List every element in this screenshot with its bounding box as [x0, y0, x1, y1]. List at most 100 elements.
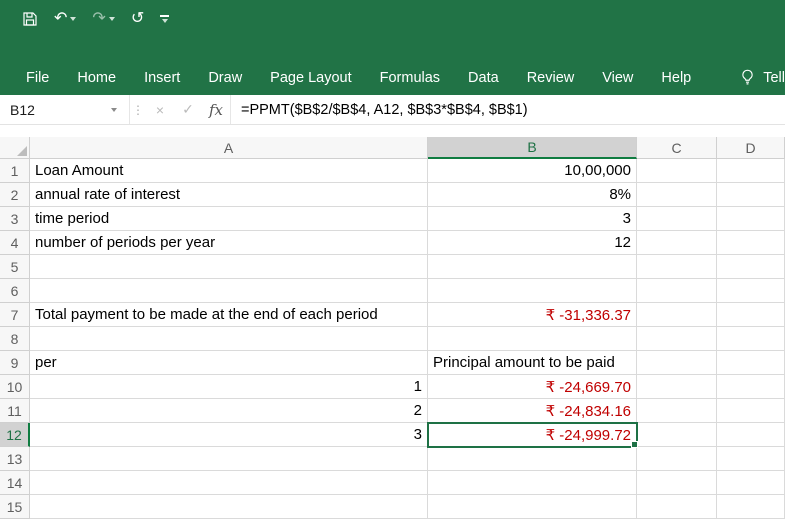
cell-B14[interactable]	[428, 471, 637, 495]
cell-A11[interactable]: 2	[30, 399, 428, 423]
row-header-11[interactable]: 11	[0, 399, 30, 423]
row-header-1[interactable]: 1	[0, 159, 30, 183]
cell-D8[interactable]	[717, 327, 785, 351]
redo-button[interactable]: ↷	[92, 11, 114, 27]
cell-C13[interactable]	[637, 447, 717, 471]
cell-C2[interactable]	[637, 183, 717, 207]
undo-dropdown-icon[interactable]	[70, 17, 76, 21]
ribbon-tab-draw[interactable]: Draw	[194, 70, 256, 86]
cell-D6[interactable]	[717, 279, 785, 303]
cell-B8[interactable]	[428, 327, 637, 351]
cell-D5[interactable]	[717, 255, 785, 279]
cell-B9[interactable]: Principal amount to be paid	[428, 351, 637, 375]
cell-C8[interactable]	[637, 327, 717, 351]
row-header-6[interactable]: 6	[0, 279, 30, 303]
cell-B1[interactable]: 10,00,000	[428, 159, 637, 183]
cell-D4[interactable]	[717, 231, 785, 255]
row-header-14[interactable]: 14	[0, 471, 30, 495]
cell-B5[interactable]	[428, 255, 637, 279]
cell-C3[interactable]	[637, 207, 717, 231]
cell-A13[interactable]	[30, 447, 428, 471]
select-all-corner[interactable]	[0, 137, 30, 159]
cell-A10[interactable]: 1	[30, 375, 428, 399]
ribbon-tab-home[interactable]: Home	[63, 70, 130, 86]
formula-bar-drag-handle-icon[interactable]: ⋮	[130, 103, 146, 117]
row-header-4[interactable]: 4	[0, 231, 30, 255]
cell-A4[interactable]: number of periods per year	[30, 231, 428, 255]
cell-A8[interactable]	[30, 327, 428, 351]
cell-A6[interactable]	[30, 279, 428, 303]
ribbon-tab-view[interactable]: View	[588, 70, 647, 86]
cell-B2[interactable]: 8%	[428, 183, 637, 207]
cell-A7[interactable]: Total payment to be made at the end of e…	[30, 303, 428, 327]
cell-A1[interactable]: Loan Amount	[30, 159, 428, 183]
cell-C1[interactable]	[637, 159, 717, 183]
column-header-a[interactable]: A	[30, 137, 428, 159]
cell-C6[interactable]	[637, 279, 717, 303]
cell-D7[interactable]	[717, 303, 785, 327]
cell-B15[interactable]	[428, 495, 637, 519]
row-header-7[interactable]: 7	[0, 303, 30, 327]
cell-A2[interactable]: annual rate of interest	[30, 183, 428, 207]
cell-B10[interactable]: ₹ -24,669.70	[428, 375, 637, 399]
cell-A12[interactable]: 3	[30, 423, 428, 447]
cell-B7[interactable]: ₹ -31,336.37	[428, 303, 637, 327]
column-header-b[interactable]: B	[428, 137, 637, 159]
cell-D15[interactable]	[717, 495, 785, 519]
insert-function-button[interactable]: fx	[202, 101, 230, 119]
cell-B3[interactable]: 3	[428, 207, 637, 231]
cell-D11[interactable]	[717, 399, 785, 423]
cell-A9[interactable]: per	[30, 351, 428, 375]
ribbon-tab-file[interactable]: File	[12, 70, 63, 86]
name-box[interactable]: B12	[0, 95, 130, 124]
cell-B13[interactable]	[428, 447, 637, 471]
cell-D1[interactable]	[717, 159, 785, 183]
cell-C7[interactable]	[637, 303, 717, 327]
cell-C12[interactable]	[637, 423, 717, 447]
ribbon-tab-formulas[interactable]: Formulas	[366, 70, 454, 86]
formula-input[interactable]: =PPMT($B$2/$B$4, A12, $B$3*$B$4, $B$1)	[230, 95, 785, 124]
cell-C5[interactable]	[637, 255, 717, 279]
row-header-8[interactable]: 8	[0, 327, 30, 351]
name-box-dropdown-icon[interactable]	[111, 108, 117, 112]
redo-dropdown-icon[interactable]	[109, 17, 115, 21]
cell-D9[interactable]	[717, 351, 785, 375]
ribbon-tab-help[interactable]: Help	[647, 70, 705, 86]
cell-B12[interactable]: ₹ -24,999.72	[428, 423, 637, 447]
cell-B6[interactable]	[428, 279, 637, 303]
cell-D10[interactable]	[717, 375, 785, 399]
ribbon-tab-review[interactable]: Review	[513, 70, 589, 86]
ribbon-tab-page-layout[interactable]: Page Layout	[256, 70, 365, 86]
cell-A14[interactable]	[30, 471, 428, 495]
cell-C11[interactable]	[637, 399, 717, 423]
row-header-15[interactable]: 15	[0, 495, 30, 519]
ribbon-tab-data[interactable]: Data	[454, 70, 513, 86]
row-header-10[interactable]: 10	[0, 375, 30, 399]
undo-button[interactable]: ↶	[54, 11, 76, 27]
row-header-9[interactable]: 9	[0, 351, 30, 375]
cell-A15[interactable]	[30, 495, 428, 519]
column-header-c[interactable]: C	[637, 137, 717, 159]
customize-qat-button[interactable]	[160, 15, 169, 23]
cell-C10[interactable]	[637, 375, 717, 399]
cell-B4[interactable]: 12	[428, 231, 637, 255]
tell-me-button[interactable]: Tell	[739, 69, 785, 86]
ribbon-tab-insert[interactable]: Insert	[130, 70, 194, 86]
cell-C9[interactable]	[637, 351, 717, 375]
save-button[interactable]	[22, 11, 38, 27]
cell-C14[interactable]	[637, 471, 717, 495]
row-header-2[interactable]: 2	[0, 183, 30, 207]
cell-D12[interactable]	[717, 423, 785, 447]
column-header-d[interactable]: D	[717, 137, 785, 159]
cell-A5[interactable]	[30, 255, 428, 279]
cell-D2[interactable]	[717, 183, 785, 207]
cell-D3[interactable]	[717, 207, 785, 231]
row-header-12[interactable]: 12	[0, 423, 30, 447]
cell-D14[interactable]	[717, 471, 785, 495]
cell-C15[interactable]	[637, 495, 717, 519]
row-header-5[interactable]: 5	[0, 255, 30, 279]
enter-button[interactable]: ✓	[174, 101, 202, 118]
row-header-13[interactable]: 13	[0, 447, 30, 471]
row-header-3[interactable]: 3	[0, 207, 30, 231]
cancel-button[interactable]: ×	[146, 102, 174, 118]
